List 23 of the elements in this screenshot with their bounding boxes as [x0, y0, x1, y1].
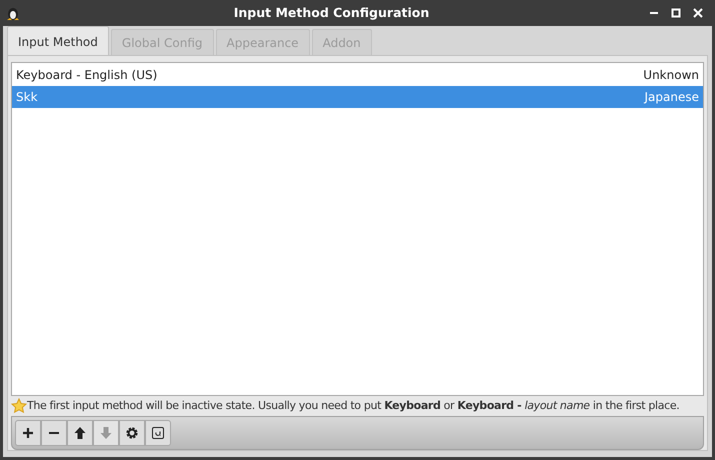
input-method-language: Unknown — [643, 67, 699, 84]
close-icon — [693, 8, 703, 18]
maximize-icon — [671, 8, 681, 18]
input-method-language: Japanese — [644, 89, 699, 106]
down-arrow-icon — [99, 426, 113, 440]
add-button[interactable] — [15, 420, 41, 446]
window-title: Input Method Configuration — [232, 4, 430, 22]
star-icon — [11, 398, 27, 414]
input-method-row[interactable]: Keyboard - English (US) Unknown — [12, 64, 703, 86]
tab[interactable]: Input Method — [7, 26, 109, 55]
remove-button[interactable] — [41, 420, 67, 446]
settings-icon — [125, 426, 139, 440]
hint-text: The first input method will be inactive state. Usually you need to put Keyboard or Keyboard - layout name in the first place. — [27, 398, 680, 414]
keyboard-layout-icon — [151, 426, 165, 440]
input-method-name: Skk — [16, 89, 38, 106]
penguin-icon — [6, 5, 20, 21]
keyboard-layout-button[interactable] — [145, 420, 171, 446]
add-icon — [21, 426, 35, 440]
input-method-name: Keyboard - English (US) — [16, 67, 158, 84]
settings-button[interactable] — [119, 420, 145, 446]
input-method-row[interactable]: Skk Japanese — [12, 86, 703, 108]
up-button[interactable] — [67, 420, 93, 446]
up-arrow-icon — [73, 426, 87, 440]
